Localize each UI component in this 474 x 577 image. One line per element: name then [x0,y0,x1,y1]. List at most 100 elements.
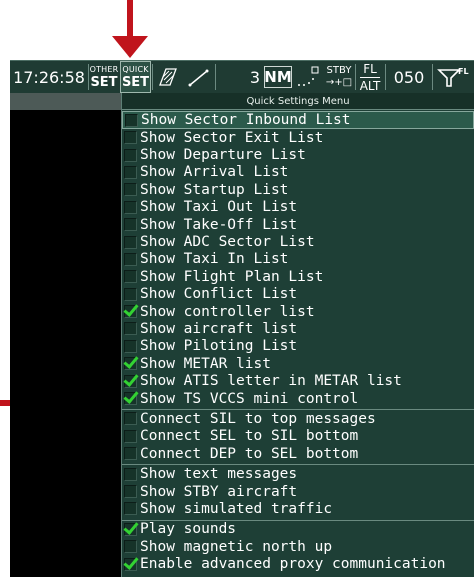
checkbox-checked-icon[interactable] [124,557,137,571]
menu-item-label: Show ATIS letter in METAR list [140,373,402,390]
checkbox-checked-icon[interactable] [124,374,137,388]
menu-item-label: Show TS VCCS mini control [140,390,359,407]
other-set-button[interactable]: OTHER SET [89,61,119,93]
unit-nm-button[interactable]: NM [264,66,292,88]
checkbox-unchecked-icon[interactable] [124,447,137,461]
checkbox-unchecked-icon[interactable] [124,148,137,162]
checkbox-unchecked-icon[interactable] [124,235,137,249]
clock: 17:26:58 [13,67,85,87]
checkbox-unchecked-icon[interactable] [124,429,137,443]
checkbox-unchecked-icon[interactable] [124,270,137,284]
menu-item-label: Show Take-Off List [140,216,298,233]
range-value[interactable]: 3 [216,61,264,93]
menu-item-label: Show METAR list [140,355,271,372]
menu-group: Connect SIL to top messages Connect SEL t… [122,409,474,462]
menu-item[interactable]: Connect SEL to SIL bottom [122,428,474,445]
checkbox-unchecked-icon[interactable] [124,200,137,214]
menu-item-label: Connect SEL to SIL bottom [140,428,359,445]
menu-item-label: Show aircraft list [140,320,298,337]
menu-item-label: Enable advanced proxy communication [140,556,446,573]
menu-item[interactable]: Show STBY aircraft [122,483,474,500]
menu-title: Quick Settings Menu [122,93,474,110]
annotation-arrow-down-shaft [127,0,133,40]
menu-item[interactable]: Show Conflict List [122,286,474,303]
menu-item[interactable]: Show ADC Sector List [122,233,474,250]
menu-item-label: Show Taxi Out List [140,199,298,216]
menu-item-label: Show Sector Exit List [140,129,324,146]
menu-item[interactable]: Show Piloting List [122,338,474,355]
menu-item-label: Show Sector Inbound List [141,112,351,128]
checkbox-unchecked-icon[interactable] [124,287,137,301]
menu-item[interactable]: Show text messages [122,465,474,482]
menu-item-label: Show Departure List [140,147,306,164]
checkbox-unchecked-icon[interactable] [124,339,137,353]
menu-item[interactable]: Enable advanced proxy communication [122,555,474,572]
ruler-tool-icon[interactable] [153,61,183,93]
menu-item-label: Show magnetic north up [140,538,333,555]
menu-group: Show text messages Show STBY aircraft Show… [122,464,474,517]
stby-toggle[interactable]: STBY →+□ [324,61,354,93]
checkbox-unchecked-icon[interactable] [124,165,137,179]
menu-item[interactable]: Connect SIL to top messages [122,410,474,427]
menu-groups: Show Sector Inbound List Show Sector Exit… [122,111,474,573]
menu-item-label: Show Startup List [140,181,289,198]
menu-group: Show Sector Inbound List Show Sector Exit… [122,111,474,407]
menu-item[interactable]: Show aircraft list [122,320,474,337]
menu-item[interactable]: Show simulated traffic [122,500,474,517]
checkbox-unchecked-icon[interactable] [124,467,137,481]
menu-item[interactable]: Show TS VCCS mini control [122,390,474,407]
menu-item[interactable]: Show Sector Exit List [122,129,474,146]
menu-item[interactable]: Show Departure List [122,146,474,163]
checkbox-unchecked-icon[interactable] [124,412,137,426]
menu-item[interactable]: Show Taxi In List [122,251,474,268]
checkbox-unchecked-icon[interactable] [124,540,137,554]
menu-item[interactable]: Show magnetic north up [122,538,474,555]
menu-item[interactable]: Show controller list [122,303,474,320]
checkbox-checked-icon[interactable] [124,357,137,371]
menu-item-label: Show simulated traffic [140,500,333,517]
menu-item-label: Connect DEP to SEL bottom [140,445,359,462]
menu-item-label: Show STBY aircraft [140,483,298,500]
menu-item[interactable]: Show Sector Inbound List [122,111,474,129]
menu-item[interactable]: Show ATIS letter in METAR list [122,372,474,389]
menu-item[interactable]: Show Taxi Out List [122,199,474,216]
menu-item-label: Show Piloting List [140,338,298,355]
label-position-icon[interactable] [293,61,323,93]
checkbox-unchecked-icon[interactable] [124,485,137,498]
list-header-strip [10,93,122,110]
checkbox-unchecked-icon[interactable] [124,183,137,197]
menu-item[interactable]: Connect DEP to SEL bottom [122,445,474,462]
menu-item-label: Play sounds [140,521,237,538]
transition-level-value[interactable]: 050 [386,61,432,93]
checkbox-unchecked-icon[interactable] [124,502,137,516]
checkbox-unchecked-icon[interactable] [124,322,137,336]
checkbox-unchecked-icon[interactable] [124,131,137,145]
menu-item-label: Show Arrival List [140,164,289,181]
menu-item-label: Connect SIL to top messages [140,410,376,427]
annotation-arrow-down-icon [112,36,148,58]
menu-group: Play sounds Show magnetic north up Enable … [122,519,474,573]
fl-alt-toggle[interactable]: FL ALT [356,61,384,93]
quick-settings-menu: Quick Settings Menu Show Sector Inbound … [121,93,474,577]
checkbox-checked-icon[interactable] [124,522,137,536]
menu-item-label: Show controller list [140,303,315,320]
radar-display-area [10,93,122,577]
menu-item[interactable]: Show METAR list [122,355,474,372]
menu-item[interactable]: Show Arrival List [122,164,474,181]
filter-badge: FL [458,67,469,76]
menu-item[interactable]: Play sounds [122,521,474,538]
filter-icon[interactable]: FL [433,61,473,93]
menu-item[interactable]: Show Take-Off List [122,216,474,233]
vector-line-icon[interactable] [184,61,214,93]
checkbox-unchecked-icon[interactable] [124,252,137,266]
menu-item[interactable]: Show Startup List [122,181,474,198]
menu-item[interactable]: Show Flight Plan List [122,268,474,285]
checkbox-unchecked-icon[interactable] [124,218,137,232]
checkbox-checked-icon[interactable] [124,305,137,319]
menu-item-label: Show text messages [140,466,298,483]
menu-item-label: Show ADC Sector List [140,234,315,251]
toolbar: 17:26:58 OTHER SET QUICK SET 3 NM STBY →… [10,60,474,94]
quick-set-button[interactable]: QUICK SET [120,61,151,93]
checkbox-unchecked-icon[interactable] [125,113,138,127]
checkbox-checked-icon[interactable] [124,392,137,406]
